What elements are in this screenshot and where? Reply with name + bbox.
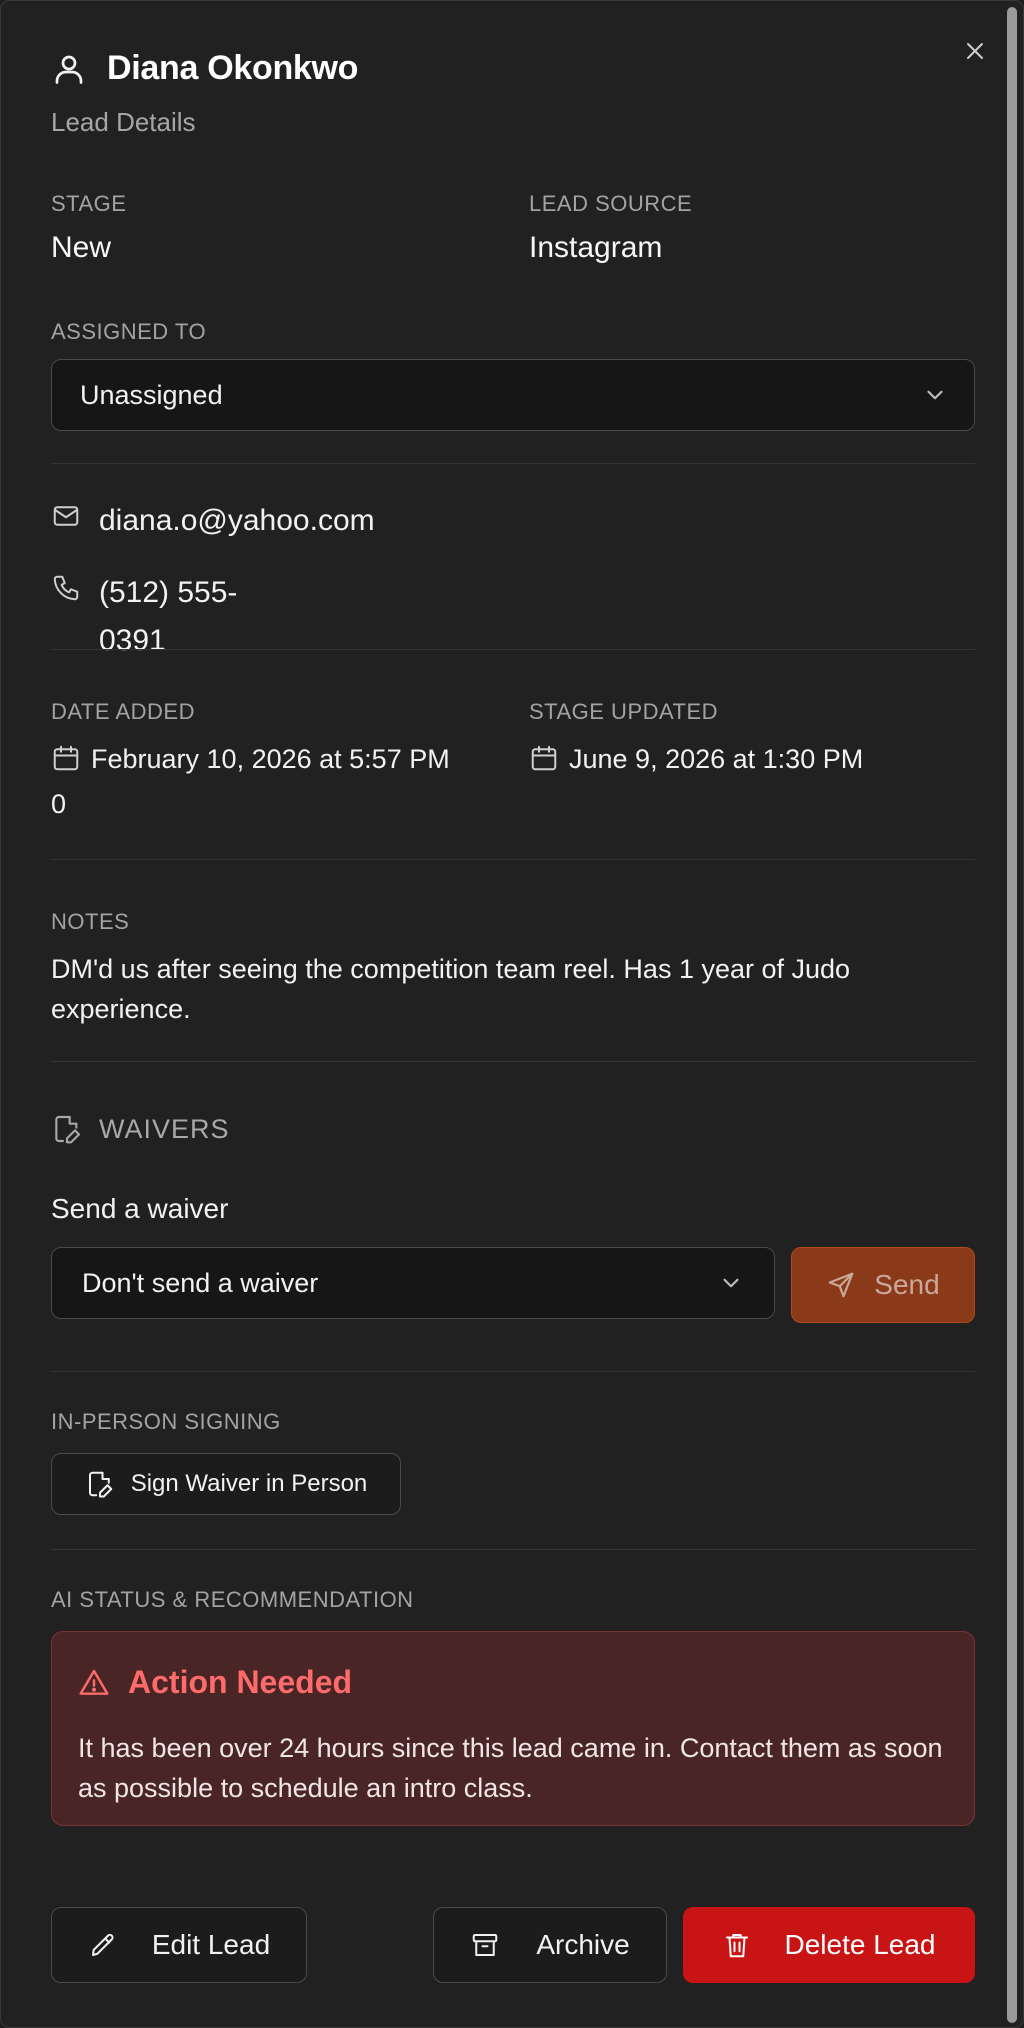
phone-icon [53, 575, 79, 601]
close-button[interactable] [959, 35, 991, 67]
sign-in-person-button[interactable]: Sign Waiver in Person [51, 1453, 401, 1515]
archive-icon [473, 1934, 498, 1956]
trash-icon [726, 1934, 749, 1958]
chevron-down-icon [927, 390, 943, 400]
date-added-overflow: 0 [51, 789, 67, 819]
lead-details-panel: Diana Okonkwo Lead Details STAGE New LEA… [0, 0, 1024, 2028]
assigned-to-value: Unassigned [80, 379, 223, 410]
mail-icon [53, 506, 79, 526]
date-added-label: DATE ADDED [51, 699, 195, 724]
alert-header: Action Needed [78, 1664, 352, 1701]
warning-icon [79, 1669, 109, 1695]
calendar-icon [531, 745, 557, 771]
date-added-value: February 10, 2026 at 5:57 PM [91, 744, 450, 774]
lead-source-value: Instagram [529, 231, 663, 264]
divider [51, 1371, 975, 1372]
stage-updated-row: June 9, 2026 at 1:30 PM [529, 737, 863, 781]
divider [51, 463, 975, 464]
send-icon [828, 1272, 854, 1298]
send-waiver-label: Send a waiver [51, 1193, 229, 1224]
phone-line-2: 0391 [99, 624, 166, 657]
pencil-icon [91, 1933, 114, 1956]
edit-lead-label: Edit Lead [151, 1929, 271, 1960]
assigned-to-select[interactable]: Unassigned [51, 359, 975, 431]
notes-label: NOTES [51, 909, 130, 934]
sign-in-person-label: Sign Waiver in Person [130, 1470, 368, 1497]
page-title: Diana Okonkwo [107, 49, 359, 87]
chevron-down-icon [723, 1278, 739, 1288]
date-added-row: February 10, 2026 at 5:57 PM [51, 737, 450, 781]
lead-source-label: LEAD SOURCE [529, 191, 693, 216]
waivers-heading: WAIVERS [51, 1113, 230, 1145]
divider [51, 859, 975, 860]
user-icon [55, 55, 83, 84]
delete-lead-label: Delete Lead [784, 1929, 936, 1960]
send-waiver-button[interactable]: Send [791, 1247, 975, 1323]
action-needed-alert: Action Needed It has been over 24 hours … [51, 1631, 975, 1826]
stage-updated-value: June 9, 2026 at 1:30 PM [569, 744, 864, 774]
header: Diana Okonkwo [51, 49, 358, 88]
divider [51, 1549, 975, 1550]
file-signature-icon [55, 1115, 81, 1144]
stage-value: New [51, 231, 112, 264]
assigned-to-label: ASSIGNED TO [51, 319, 207, 344]
notes-text: DM'd us after seeing the competition tea… [51, 954, 851, 1024]
stage-updated-label: STAGE UPDATED [529, 699, 719, 724]
archive-label: Archive [536, 1929, 630, 1960]
phone-row[interactable]: (512) 555- 0391 [51, 569, 237, 665]
phone-value[interactable]: (512) 555- 0391 [99, 569, 237, 665]
stage-label: STAGE [51, 191, 127, 216]
scrollbar-thumb[interactable] [1007, 7, 1017, 2023]
email-value[interactable]: diana.o@yahoo.com [99, 497, 375, 545]
edit-lead-button[interactable]: Edit Lead [51, 1907, 307, 1983]
page-subtitle: Lead Details [51, 107, 196, 137]
waivers-heading-text: WAIVERS [99, 1113, 230, 1144]
alert-title: Action Needed [128, 1664, 353, 1700]
waiver-select[interactable]: Don't send a waiver [51, 1247, 775, 1319]
delete-lead-button[interactable]: Delete Lead [683, 1907, 975, 1983]
alert-body: It has been over 24 hours since this lea… [78, 1733, 943, 1803]
calendar-icon [53, 745, 79, 771]
waiver-select-value: Don't send a waiver [82, 1267, 319, 1298]
divider [51, 649, 975, 650]
divider [51, 1061, 975, 1062]
file-signature-icon [88, 1471, 112, 1498]
phone-line-1: (512) 555- [99, 576, 238, 609]
ai-status-label: AI STATUS & RECOMMENDATION [51, 1587, 414, 1612]
in-person-label: IN-PERSON SIGNING [51, 1409, 281, 1434]
close-icon [967, 43, 983, 59]
send-button-label: Send [874, 1269, 940, 1300]
email-row[interactable]: diana.o@yahoo.com [51, 497, 375, 545]
archive-button[interactable]: Archive [433, 1907, 667, 1983]
